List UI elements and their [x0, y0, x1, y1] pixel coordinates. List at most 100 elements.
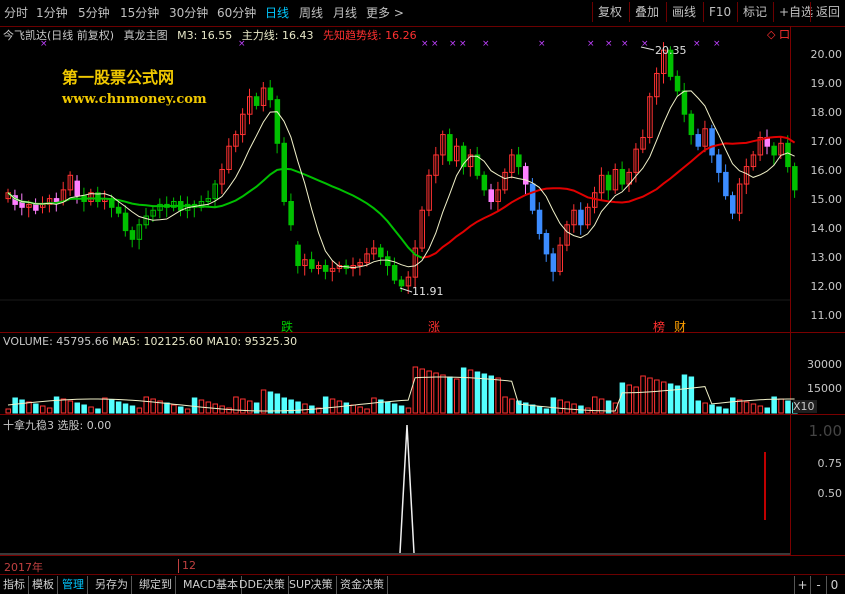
zoom-out-button[interactable]: -: [810, 576, 826, 594]
candle-body: [295, 244, 301, 267]
tab-bind-to[interactable]: 绑定到: [136, 576, 176, 594]
volume-bar: [350, 404, 356, 414]
candle-body: [578, 209, 584, 226]
candle-body: [53, 198, 60, 202]
volume-bar: [467, 369, 474, 414]
volume-bar: [550, 397, 557, 414]
volume-bar: [757, 405, 764, 414]
volume-bar: [19, 399, 25, 414]
volume-bar: [74, 402, 80, 414]
volume-bar: [405, 407, 412, 414]
candle-body: [481, 174, 488, 191]
volume-unit-label: X10: [793, 400, 817, 413]
candle-body: [605, 174, 612, 191]
candle-body: [550, 253, 557, 272]
volume-bar: [736, 399, 743, 414]
volume-bar: [695, 400, 701, 414]
volume-bar: [364, 408, 370, 414]
volume-bar: [702, 402, 708, 414]
signal-x-marker: ×: [587, 39, 595, 49]
signal-spike: [399, 424, 415, 554]
tab-fund-decision[interactable]: 资金决策: [337, 576, 388, 594]
volume-ma5: MA5: 102125.60: [112, 335, 203, 348]
volume-bar: [274, 393, 281, 414]
volume-bar: [150, 398, 156, 414]
volume-bar: [398, 405, 405, 414]
tab-sup-decision[interactable]: SUP决策: [286, 576, 337, 594]
volume-bar: [102, 397, 108, 414]
candle-body: [309, 259, 315, 269]
candle-body: [447, 134, 453, 162]
volume-bar: [785, 400, 791, 414]
signal-marker-wealth: 财: [674, 320, 687, 334]
volume-bar: [178, 406, 184, 414]
candle-body: [619, 168, 626, 185]
volume-bar: [730, 397, 736, 414]
volume-bar: [460, 367, 467, 414]
candle-body: [398, 279, 405, 287]
candle-body: [674, 75, 681, 92]
volume-bar: [136, 407, 143, 414]
volume-bar: [619, 382, 626, 414]
candle-body: [74, 180, 80, 197]
volume-bar: [226, 407, 232, 414]
volume-bar: [481, 373, 488, 414]
tab-macd-basic[interactable]: MACD基本: [180, 576, 242, 594]
date-axis-year: 2017年: [4, 561, 43, 574]
volume-bar: [109, 399, 115, 414]
zoom-in-button[interactable]: +: [794, 576, 810, 594]
volume-bar: [626, 384, 632, 414]
candle-body: [681, 90, 688, 115]
volume-bar: [26, 401, 32, 414]
tab-template[interactable]: 模板: [29, 576, 58, 594]
candle-body: [536, 209, 543, 235]
volume-bar: [164, 402, 170, 414]
candle-body: [709, 128, 715, 156]
reset-button[interactable]: 0: [826, 576, 842, 594]
volume-axis-label: 30000: [807, 358, 842, 371]
volume-bar: [46, 407, 53, 414]
volume-bar: [81, 404, 87, 414]
signal-x-marker: ×: [693, 39, 701, 49]
candle-body: [792, 166, 798, 191]
high-price-label: 20.35: [655, 44, 687, 57]
volume-bar: [750, 403, 757, 414]
volume-bar: [495, 377, 501, 414]
candle-body: [122, 212, 129, 232]
tab-manage[interactable]: 管理: [59, 576, 88, 594]
volume-bar: [640, 375, 646, 414]
tab-indicator[interactable]: 指标: [0, 576, 29, 594]
candle-body: [488, 189, 494, 203]
indicator-pane-title: 十拿九稳3: [3, 419, 54, 432]
volume-bar: [557, 399, 563, 414]
candle-body: [274, 99, 281, 144]
volume-bar: [778, 398, 784, 414]
volume-bar: [267, 391, 274, 414]
volume-bar: [115, 401, 122, 414]
candle-body: [730, 195, 736, 214]
volume-bar: [253, 402, 260, 414]
volume-bar: [33, 403, 39, 414]
signal-x-marker: ×: [40, 39, 48, 49]
volume-bar: [633, 386, 639, 414]
volume-bar: [191, 397, 198, 414]
tab-save-as[interactable]: 另存为: [92, 576, 132, 594]
signal-marker-rise: 涨: [428, 320, 441, 334]
ma-line: [7, 90, 795, 269]
signal-x-marker: ×: [238, 39, 246, 49]
candle-body: [322, 265, 329, 272]
signal-x-marker: ×: [431, 39, 439, 49]
volume-bar: [529, 404, 536, 414]
volume-bar: [723, 408, 729, 414]
volume-bar: [447, 376, 453, 414]
volume-axis-label: 15000: [807, 382, 842, 395]
candle-body: [267, 87, 274, 101]
tab-dde-decision[interactable]: DDE决策: [236, 576, 289, 594]
low-price-label: 11.91: [412, 285, 444, 298]
volume-bar: [5, 408, 11, 414]
volume-bar: [661, 381, 667, 414]
volume-bar: [329, 398, 336, 414]
volume-bar: [419, 368, 425, 414]
indicator-axis-label: 0.50: [817, 487, 843, 500]
volume-value: VOLUME: 45795.66: [3, 335, 109, 348]
